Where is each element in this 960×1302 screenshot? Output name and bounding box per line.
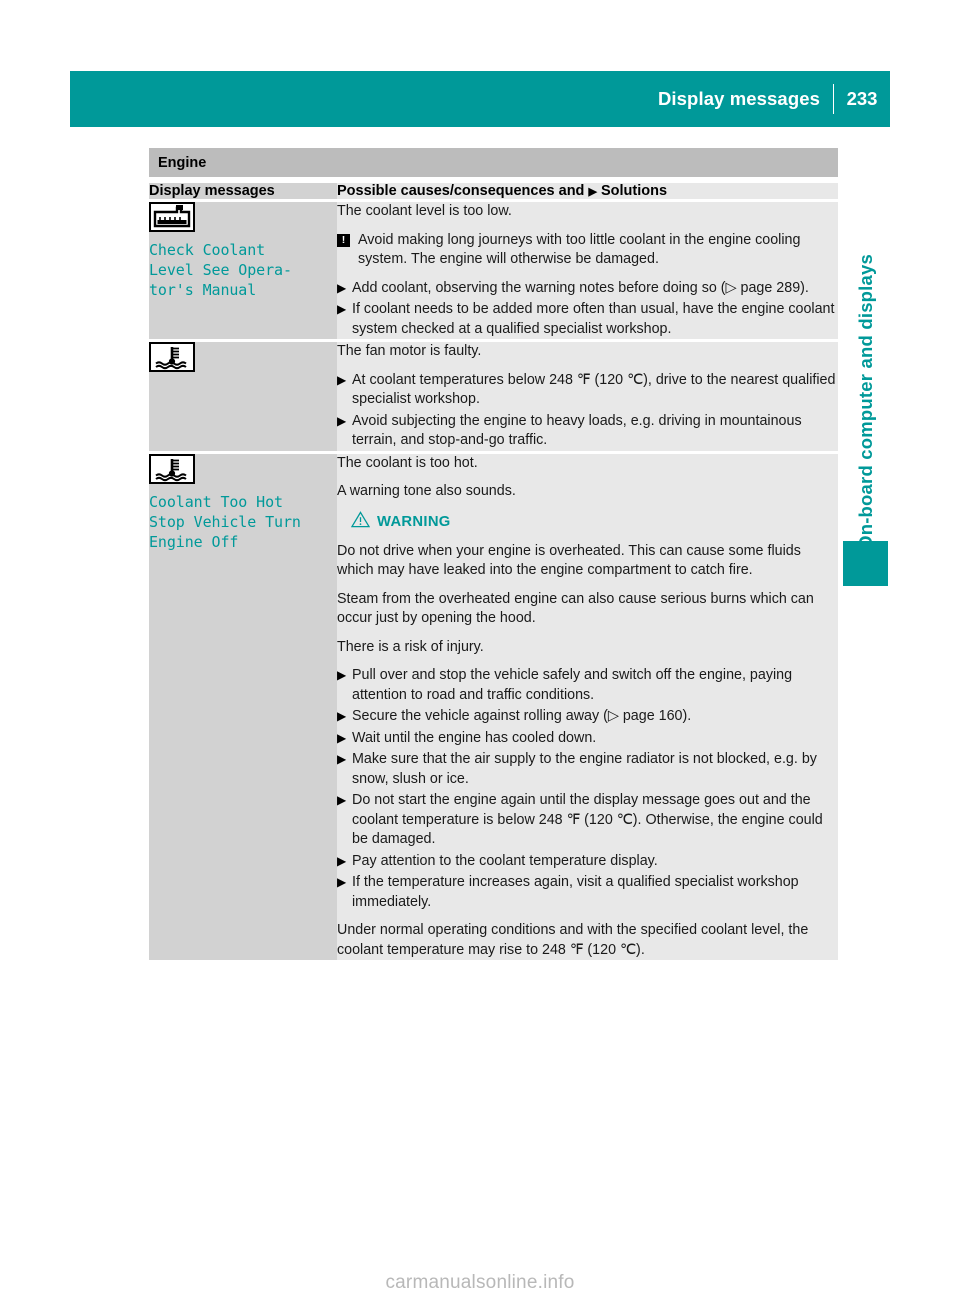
table-row: Check Coolant Level See Opera- tor's Man… (149, 200, 838, 342)
solution-bullet-icon: ▶ (337, 875, 347, 889)
display-messages-table: Display messages Possible causes/consequ… (149, 183, 838, 960)
warning-label: WARNING (377, 513, 451, 530)
page-header-bar: Display messages 233 (70, 71, 890, 127)
solution-text: At coolant temperatures below 248 ℉ (120… (352, 371, 836, 408)
solution-text: If coolant needs to be added more often … (352, 301, 835, 337)
content-area: Engine Display messages Possible causes/… (149, 148, 838, 960)
cause-text: The fan motor is faulty. (337, 343, 482, 359)
chapter-side-tab: On-board computer and displays (836, 150, 896, 550)
column-header-display-messages: Display messages (149, 183, 337, 202)
list-item: ▶ Avoid subjecting the engine to heavy l… (337, 412, 838, 451)
list-item: ▶ Add coolant, observing the warning not… (337, 279, 838, 299)
coolant-temperature-icon (149, 453, 195, 484)
warning-paragraph: Steam from the overheated engine can als… (337, 590, 814, 627)
list-item: ▶ Do not start the engine again until th… (337, 791, 838, 850)
cause-text: The coolant is too hot. (337, 454, 478, 471)
coolant-temperature-icon (149, 342, 195, 372)
causes-solutions-cell: The fan motor is faulty. ▶ At coolant te… (337, 340, 838, 454)
list-item: ▶ If the temperature increases again, vi… (337, 873, 838, 912)
page-title: Display messages (657, 88, 820, 109)
list-item: ▶ Pull over and stop the vehicle safely … (337, 666, 838, 705)
solution-text: If the temperature increases again, visi… (352, 874, 799, 910)
solution-text: Wait until the engine has cooled down. (352, 729, 597, 746)
coolant-reservoir-icon (149, 202, 195, 232)
solutions-list: ▶ At coolant temperatures below 248 ℉ (1… (337, 371, 838, 451)
warning-header: WARNING (350, 510, 838, 533)
display-message-text: Coolant Too Hot Stop Vehicle Turn Engine… (149, 492, 301, 551)
message-cell (149, 340, 337, 454)
solutions-list: ▶ Add coolant, observing the warning not… (337, 279, 838, 340)
solution-text: Do not start the engine again until the … (352, 792, 823, 847)
list-item: ▶ Pay attention to the coolant temperatu… (337, 852, 838, 872)
closing-paragraph: Under normal operating conditions and wi… (337, 922, 809, 958)
list-item: ▶ Secure the vehicle against rolling awa… (337, 707, 838, 727)
chapter-tab-marker (843, 541, 888, 586)
list-item: ▶ Wait until the engine has cooled down. (337, 729, 838, 749)
cause-extra-text: A warning tone also sounds. (337, 483, 516, 499)
chapter-side-tab-label: On-board computer and displays (855, 254, 876, 550)
warning-paragraph: Do not drive when your engine is overhea… (337, 542, 801, 579)
solution-bullet-icon: ▶ (337, 709, 347, 723)
page-number: 233 (846, 88, 878, 109)
table-row: The fan motor is faulty. ▶ At coolant te… (149, 340, 838, 454)
list-item: ▶ Make sure that the air supply to the e… (337, 750, 838, 789)
notice-icon: ! (337, 234, 350, 247)
solution-text: Make sure that the air supply to the eng… (352, 751, 817, 787)
solutions-bullet-icon: ▶ (588, 186, 597, 198)
column-header-suffix: Solutions (600, 183, 668, 199)
solution-bullet-icon: ▶ (337, 730, 347, 745)
solution-text: Pull over and stop the vehicle safely an… (352, 667, 793, 703)
solution-bullet-icon: ▶ (337, 280, 347, 295)
list-item: ▶ If coolant needs to be added more ofte… (337, 300, 838, 339)
section-band: Engine (149, 148, 838, 177)
solution-bullet-icon: ▶ (337, 752, 347, 766)
message-cell: Check Coolant Level See Opera- tor's Man… (149, 200, 337, 342)
solution-bullet-icon: ▶ (337, 668, 347, 682)
table-row: Coolant Too Hot Stop Vehicle Turn Engine… (149, 452, 838, 960)
message-cell: Coolant Too Hot Stop Vehicle Turn Engine… (149, 452, 337, 960)
causes-solutions-cell: The coolant level is too low. ! Avoid ma… (337, 200, 838, 342)
solution-text: Secure the vehicle against rolling away … (352, 708, 692, 724)
table-header-row: Display messages Possible causes/consequ… (149, 183, 838, 202)
notice-item: ! Avoid making long journeys with too li… (337, 231, 838, 270)
solution-bullet-icon: ▶ (337, 793, 347, 807)
solution-bullet-icon: ▶ (337, 302, 347, 316)
cause-text: The coolant level is too low. (337, 203, 512, 219)
solution-bullet-icon: ▶ (337, 413, 347, 428)
causes-solutions-cell: The coolant is too hot. A warning tone a… (337, 452, 838, 960)
solution-text: Pay attention to the coolant temperature… (352, 852, 658, 869)
solution-bullet-icon: ▶ (337, 372, 347, 387)
solution-bullet-icon: ▶ (337, 853, 347, 868)
notice-text: Avoid making long journeys with too litt… (358, 231, 801, 268)
warning-triangle-icon (350, 510, 371, 533)
solution-text: Avoid subjecting the engine to heavy loa… (352, 412, 802, 449)
warning-paragraph: There is a risk of injury. (337, 638, 484, 655)
footer-watermark: carmanualsonline.info (385, 1272, 575, 1293)
section-title: Engine (158, 154, 207, 171)
column-header-causes-solutions: Possible causes/consequences and ▶ Solut… (337, 183, 838, 202)
solution-text: Add coolant, observing the warning notes… (352, 279, 809, 296)
display-message-text: Check Coolant Level See Opera- tor's Man… (149, 241, 292, 299)
list-item: ▶ At coolant temperatures below 248 ℉ (1… (337, 371, 838, 410)
solutions-list: ▶ Pull over and stop the vehicle safely … (337, 666, 838, 912)
column-header-prefix: Possible causes/consequences and (337, 183, 585, 199)
